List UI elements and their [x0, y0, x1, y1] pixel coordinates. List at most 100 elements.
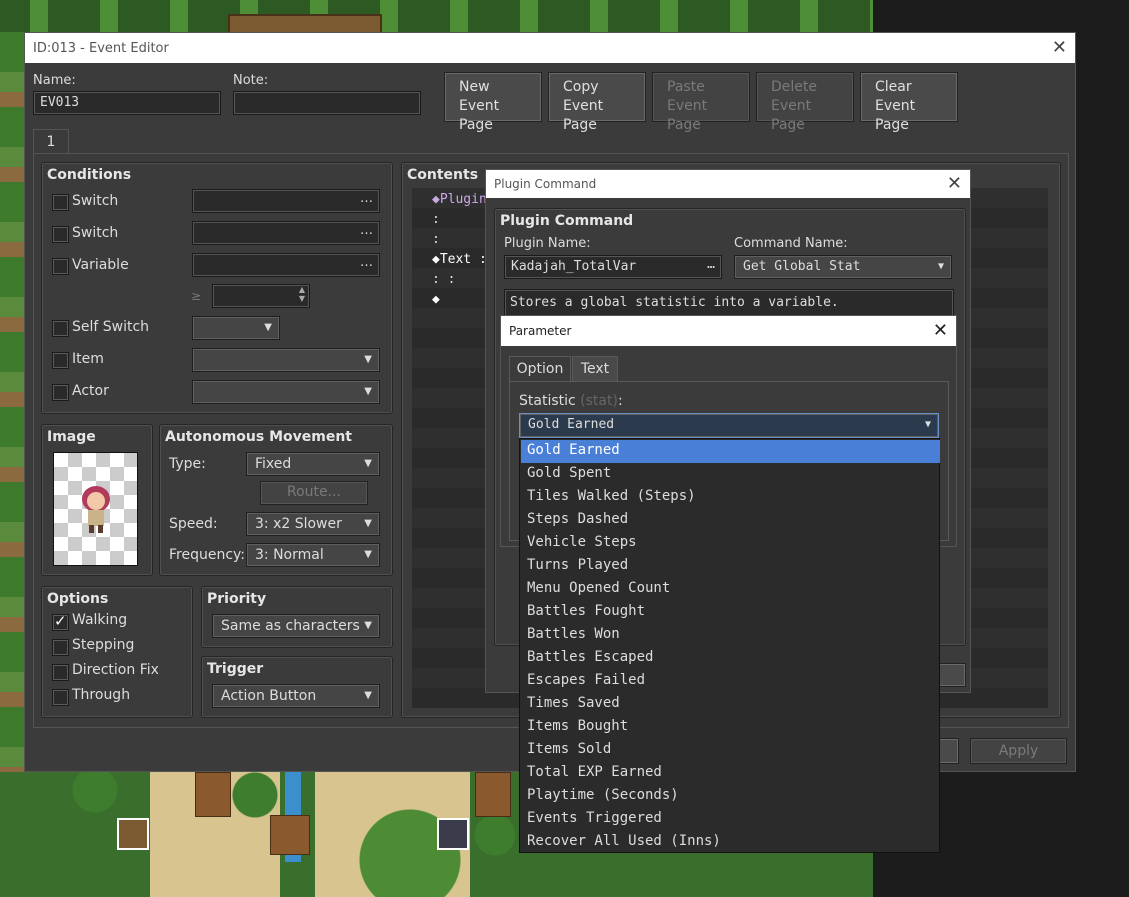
item-checkbox[interactable]: [52, 352, 69, 369]
statistic-select[interactable]: Gold Earned ▼: [519, 413, 939, 438]
event-editor-titlebar: ID:013 - Event Editor ✕: [25, 33, 1075, 63]
chevron-down-icon: ▼: [364, 458, 372, 469]
paste-event-page-button[interactable]: Paste Event Page: [652, 72, 750, 133]
dropdown-option[interactable]: Events Triggered: [521, 808, 940, 831]
dropdown-option[interactable]: Total EXP Earned: [521, 762, 940, 785]
plugin-name-label: Plugin Name:: [504, 236, 591, 251]
speed-select[interactable]: 3: x2 Slower ▼: [246, 512, 380, 536]
route-button[interactable]: Route...: [260, 481, 368, 505]
statistic-label: Statistic (stat):: [519, 393, 623, 409]
through-checkbox[interactable]: [52, 689, 69, 706]
chevron-down-icon: ▼: [364, 549, 372, 560]
actor-select[interactable]: ▼: [192, 380, 380, 404]
map-fence: [475, 772, 511, 817]
close-icon[interactable]: ✕: [947, 175, 962, 193]
priority-select[interactable]: Same as characters ▼: [212, 614, 380, 638]
dropdown-option[interactable]: Gold Earned: [521, 440, 940, 463]
clear-event-page-button[interactable]: Clear Event Page: [860, 72, 958, 133]
dropdown-option[interactable]: Items Sold: [521, 739, 940, 762]
dropdown-option[interactable]: Items Bought: [521, 716, 940, 739]
self-switch-label: Self Switch: [72, 319, 150, 335]
actor-label: Actor: [72, 383, 109, 399]
new-event-page-button[interactable]: New Event Page: [444, 72, 542, 133]
walking-checkbox[interactable]: [52, 612, 69, 631]
image-title: Image: [47, 429, 96, 445]
ok-button-partial[interactable]: [936, 663, 966, 687]
frequency-label: Frequency:: [169, 547, 246, 563]
trigger-select[interactable]: Action Button ▼: [212, 684, 380, 708]
note-label: Note:: [233, 73, 269, 88]
map-top-tiles: [0, 0, 873, 36]
dropdown-option[interactable]: Vehicle Steps: [521, 532, 940, 555]
command-line[interactable]: : :: [432, 272, 455, 287]
dropdown-option[interactable]: Steps Dashed: [521, 509, 940, 532]
dropdown-option[interactable]: Battles Won: [521, 624, 940, 647]
self-switch-checkbox[interactable]: [52, 320, 69, 337]
chevron-down-icon: ▼: [364, 518, 372, 529]
conditions-group: Conditions Switch … Switch … Variable … …: [41, 162, 393, 414]
switch2-select[interactable]: …: [192, 221, 380, 245]
name-label: Name:: [33, 73, 76, 88]
void-area: [1076, 0, 1129, 897]
actor-checkbox[interactable]: [52, 384, 69, 401]
plugin-command-titlebar: Plugin Command ✕: [486, 170, 970, 198]
close-icon[interactable]: ✕: [1052, 39, 1067, 57]
movement-type-select[interactable]: Fixed ▼: [246, 452, 380, 476]
event-image-preview[interactable]: [53, 452, 138, 566]
command-line[interactable]: :: [432, 232, 440, 247]
direction-fix-checkbox[interactable]: [52, 664, 69, 681]
tab-page-1[interactable]: 1: [33, 129, 69, 154]
window-title: ID:013 - Event Editor: [33, 41, 169, 56]
dropdown-option[interactable]: Gold Spent: [521, 463, 940, 486]
dropdown-option[interactable]: Escapes Failed: [521, 670, 940, 693]
dropdown-option[interactable]: Tiles Walked (Steps): [521, 486, 940, 509]
variable-select[interactable]: …: [192, 253, 380, 277]
command-name-label: Command Name:: [734, 236, 848, 251]
map-object-barrel: [117, 818, 149, 850]
self-switch-select[interactable]: ▼: [192, 316, 280, 340]
chevron-down-icon: ▼: [924, 419, 931, 430]
delete-event-page-button[interactable]: Delete Event Page: [756, 72, 854, 133]
chevron-down-icon: ▼: [364, 354, 372, 365]
name-field[interactable]: EV013: [33, 91, 221, 115]
image-group: Image: [41, 424, 153, 576]
dropdown-option[interactable]: Recover All Used (Inns): [521, 831, 940, 854]
chevron-down-icon: ▼: [364, 690, 372, 701]
switch1-select[interactable]: …: [192, 189, 380, 213]
switch1-label: Switch: [72, 193, 119, 209]
switch1-checkbox[interactable]: [52, 194, 69, 211]
frequency-select[interactable]: 3: Normal ▼: [246, 543, 380, 567]
stepping-label: Stepping: [72, 637, 135, 653]
variable-checkbox[interactable]: [52, 258, 69, 275]
dropdown-option[interactable]: Battles Escaped: [521, 647, 940, 670]
autonomous-movement-title: Autonomous Movement: [165, 429, 352, 445]
statistic-dropdown-list: Gold Earned Gold Spent Tiles Walked (Steps…: [519, 438, 940, 853]
command-line[interactable]: ◆Text :: [432, 252, 487, 267]
ellipsis-icon: …: [707, 257, 715, 272]
item-select[interactable]: ▼: [192, 348, 380, 372]
map-logs: [270, 815, 310, 855]
stepping-checkbox[interactable]: [52, 639, 69, 656]
dropdown-option[interactable]: Turns Played: [521, 555, 940, 578]
copy-event-page-button[interactable]: Copy Event Page: [548, 72, 646, 133]
dropdown-option[interactable]: Battles Fought: [521, 601, 940, 624]
note-field[interactable]: [233, 91, 421, 115]
priority-title: Priority: [207, 591, 267, 607]
close-icon[interactable]: ✕: [933, 322, 948, 340]
dropdown-option[interactable]: Playtime (Seconds): [521, 785, 940, 808]
window-title: Plugin Command: [494, 177, 597, 191]
dropdown-option[interactable]: Times Saved: [521, 693, 940, 716]
command-line[interactable]: :: [432, 212, 440, 227]
chevron-down-icon: ▼: [364, 620, 372, 631]
priority-group: Priority Same as characters ▼: [201, 586, 393, 648]
command-name-select[interactable]: Get Global Stat ▼: [734, 255, 952, 279]
variable-value-spinner[interactable]: ▲ ▼: [212, 284, 310, 308]
tab-text[interactable]: Text: [572, 356, 618, 382]
command-line[interactable]: ◆: [432, 292, 440, 307]
dropdown-option[interactable]: Menu Opened Count: [521, 578, 940, 601]
switch2-checkbox[interactable]: [52, 226, 69, 243]
tab-option[interactable]: Option: [509, 356, 571, 382]
plugin-name-field[interactable]: Kadajah_TotalVar…: [504, 255, 722, 279]
command-line[interactable]: ◆Plugin: [432, 192, 487, 207]
apply-button[interactable]: Apply: [970, 738, 1067, 764]
